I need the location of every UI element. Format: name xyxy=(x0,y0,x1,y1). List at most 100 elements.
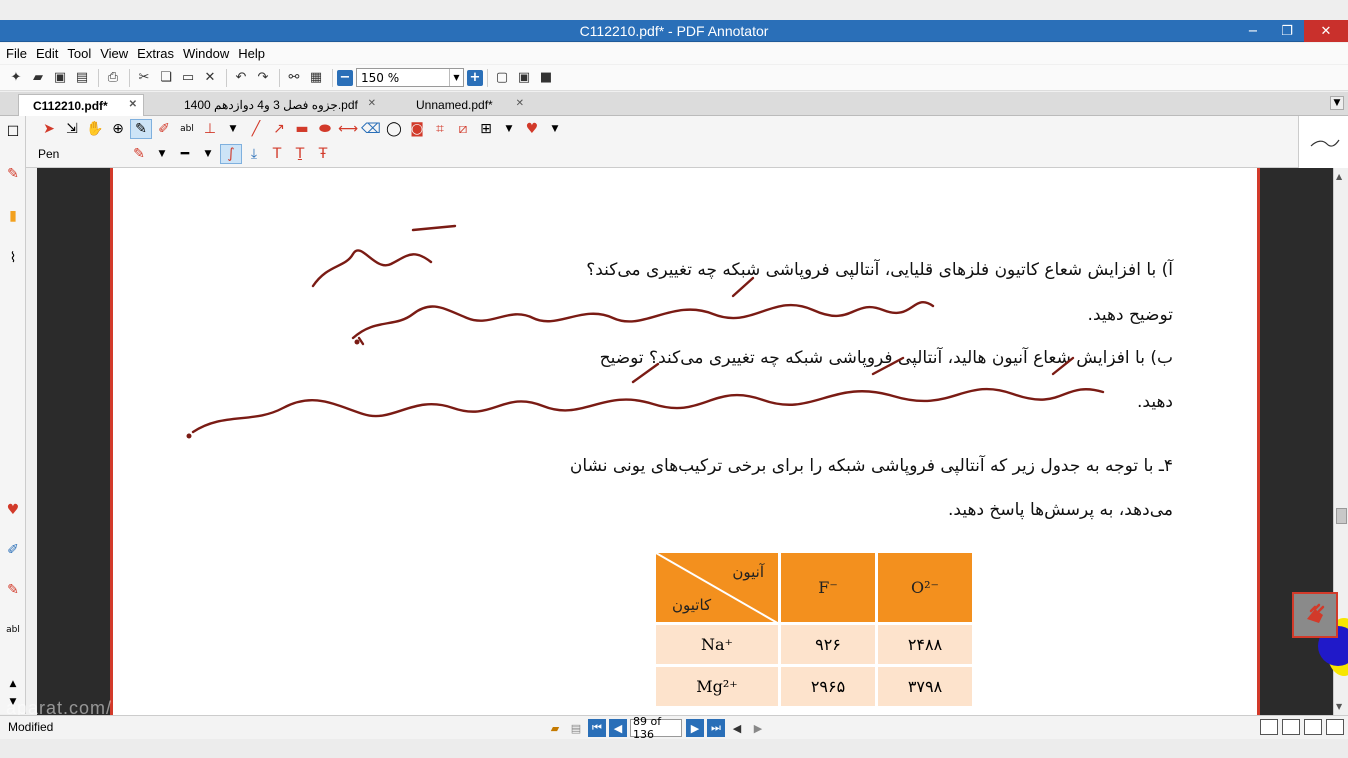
close-icon[interactable]: ✕ xyxy=(516,98,524,109)
chevron-down-icon[interactable]: ▼ xyxy=(544,119,566,139)
chevron-down-icon[interactable]: ▼ xyxy=(449,69,463,86)
bookmark-icon[interactable]: ▮ xyxy=(3,206,23,226)
heart-icon[interactable]: ♥ xyxy=(3,500,23,520)
maximize-button[interactable]: ❐ xyxy=(1270,20,1304,42)
tab-unnamed[interactable]: Unnamed.pdf* ✕ xyxy=(402,94,530,116)
hand-tool-overlay-button[interactable] xyxy=(1292,592,1338,638)
fit-page-icon[interactable]: ▢ xyxy=(492,68,512,88)
lasso-tool-icon[interactable]: ◯ xyxy=(383,119,405,139)
table-corner-cell: آنیون کاتیون xyxy=(653,550,781,625)
close-icon[interactable]: ✕ xyxy=(368,98,376,109)
select-text-icon[interactable]: ⇲ xyxy=(61,119,83,139)
tabs-menu-button[interactable]: ▼ xyxy=(1330,96,1344,110)
favorites-heart-icon[interactable]: ♥ xyxy=(521,119,543,139)
chevron-down-icon[interactable]: ▼ xyxy=(222,119,244,139)
save-as-icon[interactable]: ▤ xyxy=(72,68,92,88)
export-icon[interactable]: ▤ xyxy=(567,719,585,737)
chevron-down-icon[interactable]: ▼ xyxy=(498,119,520,139)
menu-tool[interactable]: Tool xyxy=(67,46,91,61)
pressure-icon[interactable]: ⤓ xyxy=(243,144,265,164)
tab-jozveh[interactable]: جزوه فصل 3 و4 دوازدهم 1400.pdf ✕ xyxy=(170,94,382,116)
scroll-up-icon[interactable]: ▲ xyxy=(3,674,23,694)
forward-icon[interactable]: ▶ xyxy=(749,719,767,737)
rectangle-tool-icon[interactable]: ▬ xyxy=(291,119,313,139)
pen-favorite-icon[interactable]: ✎ xyxy=(3,164,23,184)
ellipse-tool-icon[interactable]: ⬬ xyxy=(314,119,336,139)
open-folder-icon[interactable]: ▰ xyxy=(28,68,48,88)
highlighter-icon[interactable]: ✎ xyxy=(3,580,23,600)
menu-help[interactable]: Help xyxy=(238,46,265,61)
two-page-view-icon[interactable] xyxy=(1304,719,1322,735)
chevron-down-icon[interactable]: ▼ xyxy=(197,144,219,164)
close-button[interactable]: ✕ xyxy=(1304,20,1348,42)
menu-file[interactable]: File xyxy=(6,46,27,61)
ruler-tool-icon[interactable]: ⧄ xyxy=(452,119,474,139)
document-viewport[interactable]: آ) با افزایش شعاع کاتیون فلزهای قلیایی، … xyxy=(37,168,1333,715)
zoom-select[interactable]: 150 % ▼ xyxy=(356,68,464,87)
attachment-icon[interactable]: ⌇ xyxy=(3,248,23,268)
select-arrow-icon[interactable]: ➤ xyxy=(38,119,60,139)
text-tool-icon[interactable]: abl xyxy=(176,119,198,139)
menu-view[interactable]: View xyxy=(100,46,128,61)
page-panel-icon[interactable]: ☐ xyxy=(3,122,23,142)
open-folder-icon[interactable]: ▰ xyxy=(546,719,564,737)
continuous-view-icon[interactable] xyxy=(1282,719,1300,735)
scroll-down-icon[interactable]: ▼ xyxy=(1336,702,1342,711)
two-page-continuous-view-icon[interactable] xyxy=(1326,719,1344,735)
page-view-icon[interactable]: ▦ xyxy=(306,68,326,88)
menu-window[interactable]: Window xyxy=(183,46,229,61)
chevron-down-icon[interactable]: ▼ xyxy=(151,144,173,164)
marker-icon[interactable]: ✐ xyxy=(3,540,23,560)
menu-edit[interactable]: Edit xyxy=(36,46,58,61)
fit-width-icon[interactable]: ▣ xyxy=(514,68,534,88)
pen-tool-icon[interactable]: ✎ xyxy=(130,119,152,139)
close-icon[interactable]: ✕ xyxy=(129,99,137,110)
text-box-icon[interactable]: abl xyxy=(3,620,23,640)
delete-icon[interactable]: ✕ xyxy=(200,68,220,88)
copy-icon[interactable]: ❏ xyxy=(156,68,176,88)
stamp-tool-icon[interactable]: ⊥ xyxy=(199,119,221,139)
tab-c112210[interactable]: C112210.pdf* ✕ xyxy=(18,94,144,116)
separator xyxy=(332,68,333,87)
back-icon[interactable]: ◀ xyxy=(728,719,746,737)
scroll-up-icon[interactable]: ▲ xyxy=(1336,172,1342,181)
page-number-input[interactable]: 89 of 136 xyxy=(630,715,682,741)
text-underline-icon[interactable]: Ṯ xyxy=(289,144,311,164)
minimize-button[interactable]: − xyxy=(1236,20,1270,42)
binoculars-icon[interactable]: ⚯ xyxy=(284,68,304,88)
crop-tool-icon[interactable]: ⌗ xyxy=(429,119,451,139)
first-page-icon[interactable]: ⏮ xyxy=(588,719,606,737)
hand-tool-icon[interactable]: ✋ xyxy=(84,119,106,139)
arrow-tool-icon[interactable]: ↗ xyxy=(268,119,290,139)
line-width-icon[interactable]: ━ xyxy=(174,144,196,164)
pen-color-icon[interactable]: ✎ xyxy=(128,144,150,164)
insert-image-icon[interactable]: ⊞ xyxy=(475,119,497,139)
text-font-icon[interactable]: T xyxy=(266,144,288,164)
full-screen-icon[interactable]: ■ xyxy=(536,68,556,88)
separator xyxy=(129,68,130,87)
new-document-icon[interactable]: ✦ xyxy=(6,68,26,88)
highlighter-tool-icon[interactable]: ✐ xyxy=(153,119,175,139)
measure-tool-icon[interactable]: ⟷ xyxy=(337,119,359,139)
zoom-in-button[interactable]: + xyxy=(467,69,483,86)
save-icon[interactable]: ▣ xyxy=(50,68,70,88)
eraser-tool-icon[interactable]: ⌫ xyxy=(360,119,382,139)
line-tool-icon[interactable]: ╱ xyxy=(245,119,267,139)
redo-icon[interactable]: ↷ xyxy=(253,68,273,88)
zoom-tool-icon[interactable]: ⊕ xyxy=(107,119,129,139)
menu-extras[interactable]: Extras xyxy=(137,46,174,61)
undo-icon[interactable]: ↶ xyxy=(231,68,251,88)
last-page-icon[interactable]: ⏭ xyxy=(707,719,725,737)
cut-icon[interactable]: ✂ xyxy=(134,68,154,88)
single-page-view-icon[interactable] xyxy=(1260,719,1278,735)
smooth-stroke-icon[interactable]: ∫ xyxy=(220,144,242,164)
previous-page-icon[interactable]: ◀ xyxy=(609,719,627,737)
paste-icon[interactable]: ▭ xyxy=(178,68,198,88)
next-page-icon[interactable]: ▶ xyxy=(686,719,704,737)
camera-tool-icon[interactable]: ◙ xyxy=(406,119,428,139)
print-icon[interactable]: ⎙ xyxy=(103,68,123,88)
text-strike-icon[interactable]: Ŧ xyxy=(312,144,334,164)
pdf-page[interactable]: آ) با افزایش شعاع کاتیون فلزهای قلیایی، … xyxy=(110,168,1260,715)
scrollbar-thumb[interactable] xyxy=(1336,508,1347,524)
zoom-out-button[interactable]: − xyxy=(337,69,353,86)
